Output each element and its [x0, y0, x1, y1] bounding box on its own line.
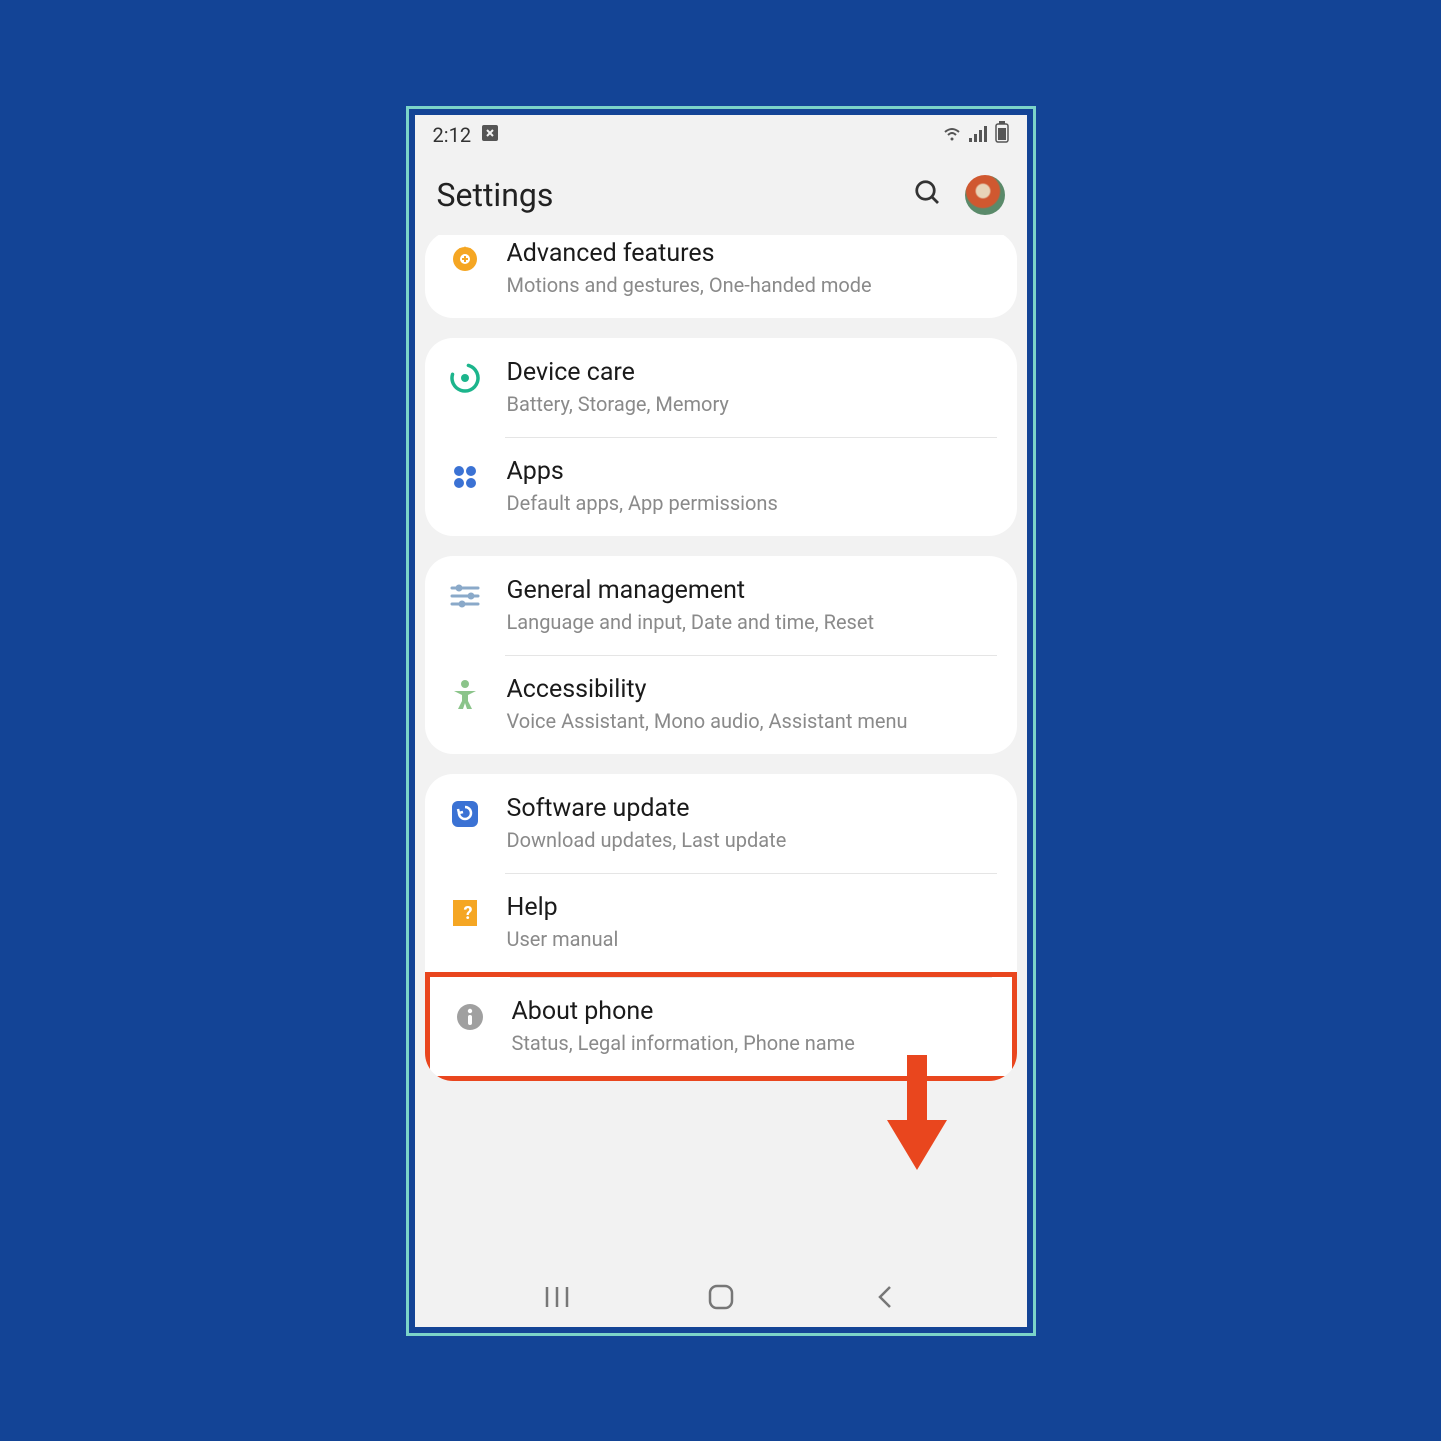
item-title: Advanced features: [507, 239, 995, 268]
item-title: About phone: [512, 997, 990, 1026]
item-subtitle: Battery, Storage, Memory: [507, 391, 995, 417]
item-title: Device care: [507, 358, 995, 387]
item-subtitle: Motions and gestures, One-handed mode: [507, 272, 995, 298]
recent-apps-button[interactable]: [540, 1280, 574, 1314]
item-subtitle: User manual: [507, 926, 995, 952]
settings-list[interactable]: Advanced features Motions and gestures, …: [415, 235, 1027, 1101]
settings-item-device-care[interactable]: Device care Battery, Storage, Memory: [425, 338, 1017, 437]
settings-item-general-management[interactable]: General management Language and input, D…: [425, 556, 1017, 655]
pointer-arrow-icon: [887, 1055, 947, 1175]
gear-plus-icon: [447, 241, 483, 277]
accessibility-icon: [447, 677, 483, 713]
settings-item-help[interactable]: ? Help User manual: [425, 873, 1017, 972]
signal-icon: [969, 123, 989, 147]
item-title: General management: [507, 576, 995, 605]
frame: 2:12 Settings: [406, 106, 1036, 1336]
item-title: Help: [507, 893, 995, 922]
search-icon[interactable]: [913, 178, 943, 212]
settings-card: Software update Download updates, Last u…: [425, 774, 1017, 1081]
battery-icon: [995, 121, 1009, 148]
wifi-icon: [941, 123, 963, 147]
back-button[interactable]: [868, 1280, 902, 1314]
settings-item-accessibility[interactable]: Accessibility Voice Assistant, Mono audi…: [425, 655, 1017, 754]
status-bar: 2:12: [415, 115, 1027, 155]
home-button[interactable]: [704, 1280, 738, 1314]
page-title: Settings: [437, 176, 913, 214]
item-subtitle: Default apps, App permissions: [507, 490, 995, 516]
item-subtitle: Language and input, Date and time, Reset: [507, 609, 995, 635]
apps-icon: [447, 459, 483, 495]
settings-item-software-update[interactable]: Software update Download updates, Last u…: [425, 774, 1017, 873]
item-title: Accessibility: [507, 675, 995, 704]
item-subtitle: Download updates, Last update: [507, 827, 995, 853]
settings-item-advanced-features[interactable]: Advanced features Motions and gestures, …: [425, 235, 1017, 318]
item-subtitle: Voice Assistant, Mono audio, Assistant m…: [507, 708, 995, 734]
status-time: 2:12: [433, 123, 472, 147]
device-care-icon: [447, 360, 483, 396]
svg-text:?: ?: [463, 903, 472, 924]
help-icon: ?: [447, 895, 483, 931]
software-update-icon: [447, 796, 483, 832]
card-indicator-icon: [481, 123, 499, 147]
item-title: Software update: [507, 794, 995, 823]
header: Settings: [415, 155, 1027, 235]
info-icon: [452, 999, 488, 1035]
sliders-icon: [447, 578, 483, 614]
settings-card: Advanced features Motions and gestures, …: [425, 235, 1017, 318]
navigation-bar: [415, 1267, 1027, 1327]
settings-item-apps[interactable]: Apps Default apps, App permissions: [425, 437, 1017, 536]
profile-avatar[interactable]: [965, 175, 1005, 215]
item-title: Apps: [507, 457, 995, 486]
phone-screen: 2:12 Settings: [415, 115, 1027, 1327]
item-subtitle: Status, Legal information, Phone name: [512, 1030, 990, 1056]
settings-card: General management Language and input, D…: [425, 556, 1017, 754]
settings-card: Device care Battery, Storage, Memory App…: [425, 338, 1017, 536]
